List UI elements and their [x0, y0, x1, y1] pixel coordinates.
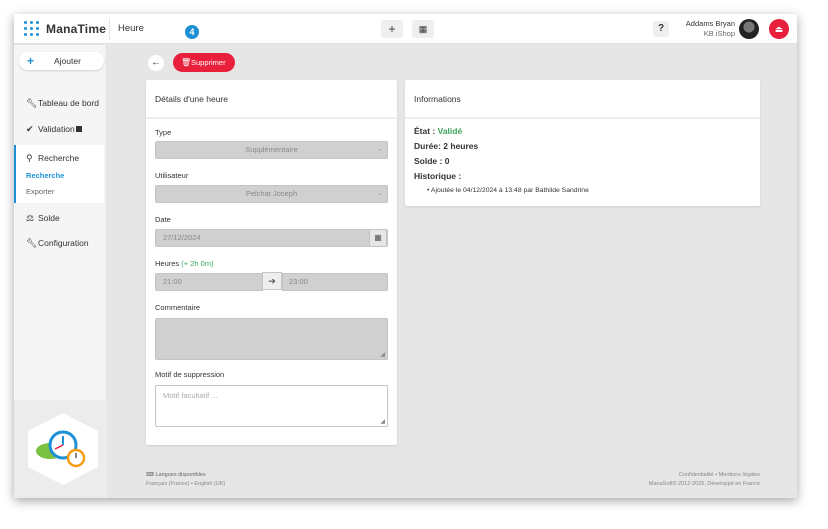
information-card: Informations État : Validé Durée: 2 heur… [405, 80, 760, 206]
apps-grid-icon[interactable] [24, 21, 40, 37]
user-label: Utilisateur [155, 171, 189, 180]
resize-grip-icon: ◢ [380, 352, 385, 358]
hours-delta: (+ 2h 0m) [181, 259, 214, 268]
card-title: Informations [414, 94, 461, 104]
app-window: ManaTime Heure + ▦ ? Addams Bryan KB iSh… [14, 14, 797, 498]
languages-title: ⌨ Langues disponibles [146, 472, 206, 478]
sidebar-item-configuration[interactable]: 🔧︎Configuration [26, 238, 89, 249]
check-icon: ✔ [26, 124, 34, 134]
date-label: Date [155, 215, 171, 224]
card-title: Détails d'une heure [155, 94, 228, 104]
history-item: • Ajoutée le 04/12/2024 à 13:48 par Bath… [427, 187, 589, 194]
footer-languages: ⌨ Langues disponibles Français (France) … [146, 471, 225, 489]
sidebar-group-search: ⚲ Recherche Recherche Exporter [14, 145, 104, 203]
add-icon-button[interactable]: + [381, 20, 403, 38]
reason-textarea[interactable]: Motif facultatif ... ◢ [155, 385, 388, 427]
user-value: Pelchat Joseph [245, 189, 298, 198]
legal-links[interactable]: Confidentialité • Mentions légales [649, 471, 760, 480]
sidebar: + Ajouter 🔧︎Tableau de bord ✔ Validation … [14, 45, 107, 498]
sidebar-item-validation[interactable]: ✔ Validation [26, 124, 82, 135]
help-button[interactable]: ? [653, 21, 669, 37]
logout-icon[interactable]: ⏏ [769, 19, 789, 39]
hour-details-card: Détails d'une heure Type Supplémentaire … [146, 80, 397, 445]
calendar-icon-button[interactable]: ▦ [412, 20, 434, 38]
type-label: Type [155, 128, 172, 137]
copyright: ManaSoft® 2012-2025, Développé en France [648, 481, 760, 487]
duration-line: Durée: 2 heures [414, 141, 479, 151]
state-line: État : Validé [414, 126, 463, 136]
scale-icon: ⚖ [26, 213, 35, 223]
sidebar-subitem-recherche[interactable]: Recherche [26, 171, 64, 180]
add-button-label: Ajouter [54, 56, 81, 66]
divider [146, 117, 397, 119]
user-select[interactable]: Pelchat Joseph ⌄ [155, 185, 388, 203]
state-value: Validé [437, 126, 463, 136]
resize-grip-icon: ◢ [380, 419, 385, 425]
type-value: Supplémentaire [245, 145, 298, 154]
footer-legal: Confidentialité • Mentions légales ManaS… [649, 471, 760, 489]
wrench-icon: 🔧︎ [26, 238, 38, 248]
sidebar-item-dashboard[interactable]: 🔧︎Tableau de bord [26, 98, 99, 109]
reason-placeholder: Motif facultatif ... [163, 391, 218, 400]
user-info[interactable]: Addams Bryan KB iShop [686, 19, 735, 39]
hours-label: Heures (+ 2h 0m) [155, 259, 214, 268]
trash-icon: 🗑︎ [181, 58, 192, 67]
type-select[interactable]: Supplémentaire ⌄ [155, 141, 388, 159]
delete-button-label: Supprimer [191, 58, 226, 67]
comment-label: Commentaire [155, 303, 201, 312]
date-field[interactable]: 27/12/2024 ▦ [155, 229, 388, 247]
history-label: Historique : [414, 171, 462, 181]
sidebar-item-search[interactable]: ⚲ Recherche [26, 153, 79, 164]
balance-line: Solde : 0 [414, 156, 450, 166]
chevron-down-icon: ⌄ [377, 190, 383, 197]
back-arrow-icon[interactable]: ← [148, 55, 164, 71]
delete-button[interactable]: 🗑︎ Supprimer [173, 53, 235, 72]
calendar-icon[interactable]: ▦ [369, 229, 387, 247]
add-button[interactable]: + Ajouter [19, 52, 104, 70]
hours-range: 21:00 ➔ 23:00 [155, 272, 388, 291]
user-company: KB iShop [703, 29, 735, 38]
date-value: 27/12/2024 [163, 233, 201, 242]
comment-textarea[interactable]: ◢ [155, 318, 388, 360]
languages-list[interactable]: Français (France) • English (UK) [146, 480, 225, 489]
search-icon: ⚲ [26, 153, 33, 163]
step-badge: 4 [185, 25, 199, 39]
user-name: Addams Bryan [685, 19, 735, 28]
badge-icon [75, 126, 82, 132]
divider [109, 18, 110, 40]
start-time-field[interactable]: 21:00 [155, 273, 263, 291]
plus-icon: + [27, 54, 35, 68]
reason-label: Motif de suppression [155, 370, 225, 379]
end-time-field[interactable]: 23:00 [282, 273, 388, 291]
divider [405, 117, 760, 119]
brand-name: ManaTime [46, 22, 107, 36]
arrow-right-icon: ➔ [262, 272, 282, 290]
top-bar: ManaTime Heure + ▦ ? Addams Bryan KB iSh… [14, 14, 797, 44]
sidebar-subitem-export[interactable]: Exporter [26, 187, 54, 196]
wrench-icon: 🔧︎ [26, 98, 38, 108]
sidebar-item-balance[interactable]: ⚖ Solde [26, 213, 60, 224]
page-title: Heure [118, 23, 144, 34]
avatar[interactable] [739, 19, 759, 39]
chevron-down-icon: ⌄ [377, 146, 383, 153]
